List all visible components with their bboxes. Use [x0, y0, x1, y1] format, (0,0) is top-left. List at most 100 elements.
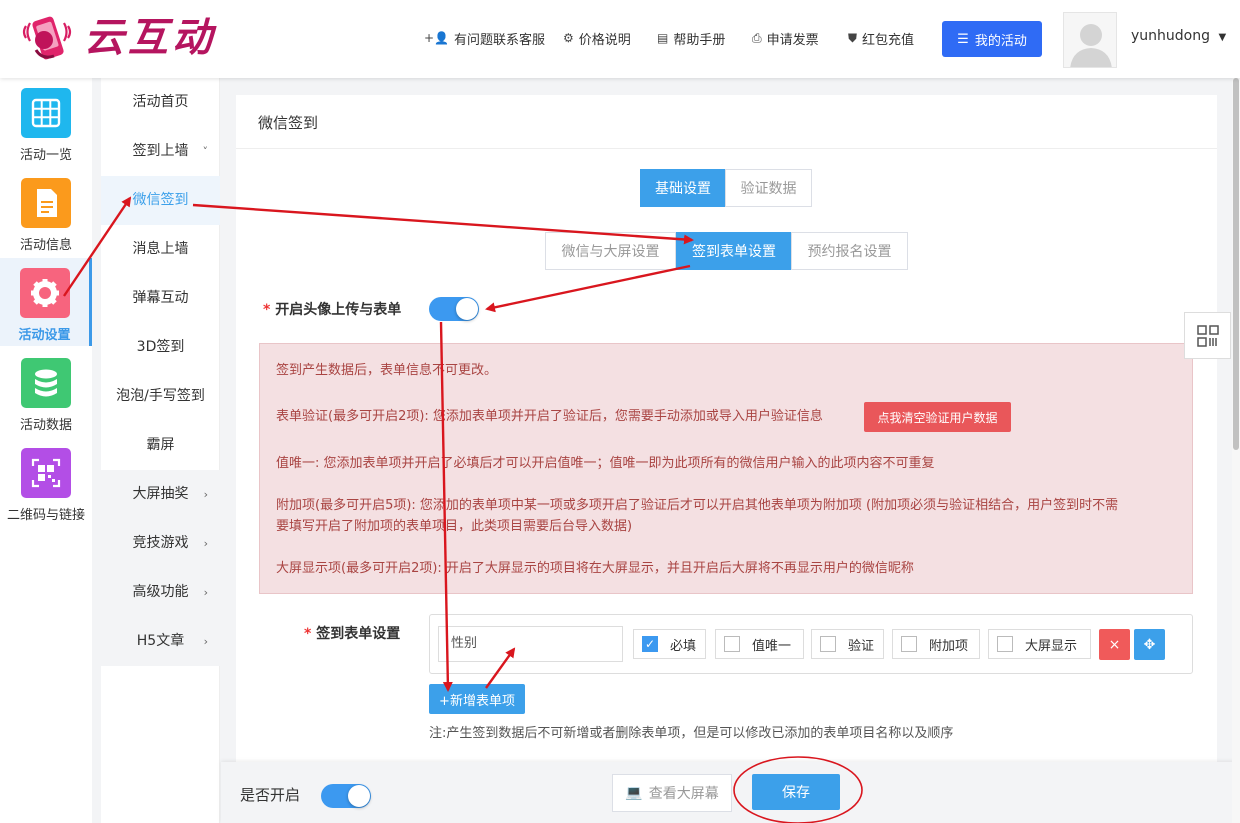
printer-icon: ⎙ [752, 30, 762, 45]
verify-label: 验证 [848, 638, 875, 654]
checkbox-empty-icon [901, 636, 917, 652]
save-button[interactable]: 保存 [752, 774, 840, 810]
notice-line-2: 表单验证(最多可开启2项): 您添加表单项并开启了验证后，您需要手动添加或导入用… [276, 409, 823, 424]
scrollbar-thumb[interactable] [1233, 78, 1239, 450]
user-silhouette-icon [1070, 24, 1112, 67]
chevron-right-icon: › [203, 586, 208, 599]
avatar-toggle-text: 开启头像上传与表单 [275, 302, 402, 318]
form-item-name-input[interactable]: 性别 [438, 626, 623, 662]
subtab-wechat-screen[interactable]: 微信与大屏设置 [545, 232, 676, 270]
submenu-item-bubble-signin[interactable]: 泡泡/手写签到 [101, 372, 220, 421]
rail-label-settings: 活动设置 [18, 328, 71, 343]
nav-support-link[interactable]: +👤 有问题联系客服 [424, 20, 545, 56]
enable-toggle[interactable] [321, 784, 371, 808]
move-item-handle[interactable]: ✥ [1134, 629, 1165, 660]
document-icon [21, 178, 71, 228]
chevron-down-icon: ˅ [202, 145, 209, 158]
view-big-screen-button[interactable]: 💻 查看大屏幕 [612, 774, 732, 812]
submenu-item-h5-article[interactable]: H5文章 › [101, 617, 220, 666]
notice-line-4a: 附加项(最多可开启5项): 您添加的表单项中某一项或多项开启了验证后才可以开启其… [276, 498, 1119, 513]
submenu-item-3d-signin[interactable]: 3D签到 [101, 323, 220, 372]
submenu-item-signin-wall[interactable]: 签到上墙 ˅ [101, 127, 220, 176]
submenu-item-wechat-signin[interactable]: 微信签到 [101, 176, 220, 225]
page-title: 微信签到 [258, 114, 319, 132]
qrcode-icon [1196, 324, 1219, 347]
checkmark-icon: ✓ [642, 636, 658, 652]
grid-icon [21, 88, 71, 138]
notice-line-5: 大屏显示项(最多可开启2项): 开启了大屏显示的项目将在大屏显示，并且开启后大屏… [276, 561, 914, 576]
rail-item-data[interactable]: 活动数据 [0, 348, 92, 436]
notice-box: 签到产生数据后，表单信息不可更改。 表单验证(最多可开启2项): 您添加表单项并… [259, 343, 1193, 594]
submenu-item-lottery[interactable]: 大屏抽奖 › [101, 470, 220, 519]
form-settings-text: 签到表单设置 [316, 626, 401, 642]
screen-display-checkbox[interactable]: 大屏显示 [988, 629, 1091, 659]
submenu-label: 签到上墙 [132, 143, 189, 159]
rail-item-qrcode[interactable]: 二维码与链接 [0, 438, 92, 526]
avatar[interactable] [1063, 12, 1117, 68]
add-user-icon: +👤 [424, 31, 449, 45]
rail-label-info: 活动信息 [19, 238, 72, 253]
screen-display-label: 大屏显示 [1025, 638, 1078, 654]
rail-label-data: 活动数据 [19, 418, 72, 433]
enable-label: 是否开启 [240, 786, 301, 804]
notice-line-1: 签到产生数据后，表单信息不可更改。 [276, 363, 498, 378]
user-menu[interactable]: yunhudong ▼ [1131, 28, 1226, 44]
nav-manual-link[interactable]: ▤ 帮助手册 [657, 20, 725, 56]
extra-checkbox[interactable]: 附加项 [892, 629, 980, 659]
nav-recharge-link[interactable]: ⛊ 红包充值 [848, 20, 914, 56]
rail-item-settings[interactable]: 活动设置 [0, 258, 92, 346]
add-form-item-button[interactable]: +新增表单项 [429, 684, 525, 714]
caret-down-icon: ▼ [1218, 32, 1227, 43]
rail-item-overview[interactable]: 活动一览 [0, 78, 92, 166]
footer-bar: 是否开启 💻 查看大屏幕 保存 [221, 762, 1240, 823]
tab-basic-settings[interactable]: 基础设置 [640, 169, 726, 207]
submenu-item-advanced[interactable]: 高级功能 › [101, 568, 220, 617]
notice-line-4b: 要填写开启了附加项的表单项目，此类项目需要后台导入数据) [276, 519, 633, 534]
nav-invoice-link[interactable]: ⎙ 申请发票 [752, 20, 819, 56]
top-bar: 云互动 +👤 有问题联系客服 ⚙ 价格说明 ▤ 帮助手册 ⎙ 申请发票 ⛊ 红包… [0, 0, 1240, 78]
checkbox-empty-icon [820, 636, 836, 652]
rail-label-overview: 活动一览 [19, 148, 72, 163]
brand-logo-icon [22, 16, 72, 60]
floating-qrcode-button[interactable] [1184, 312, 1231, 359]
required-checkbox[interactable]: ✓ 必填 [633, 629, 706, 659]
nav-invoice-label: 申请发票 [766, 32, 819, 48]
submenu-item-bapping[interactable]: 霸屏 [101, 421, 220, 470]
notice-line-3: 值唯一: 您添加表单项并开启了必填后才可以开启值唯一；值唯一即为此项所有的微信用… [276, 456, 935, 471]
extra-label: 附加项 [929, 638, 969, 654]
clear-verify-users-button[interactable]: 点我清空验证用户数据 [864, 402, 1011, 432]
list-icon: ☰ [957, 31, 969, 47]
nav-pricing-label: 价格说明 [578, 32, 631, 48]
submenu-item-games[interactable]: 竞技游戏 › [101, 519, 220, 568]
form-note: 注:产生签到数据后不可新增或者删除表单项，但是可以修改已添加的表单项目名称以及顺… [429, 726, 954, 741]
nav-recharge-label: 红包充值 [862, 32, 915, 48]
required-label: 必填 [670, 638, 697, 654]
subtab-signin-form[interactable]: 签到表单设置 [676, 232, 792, 270]
unique-label: 值唯一 [752, 638, 792, 654]
gear-icon [19, 268, 70, 318]
submenu-label: 弹幕互动 [132, 290, 189, 306]
my-activities-button[interactable]: ☰ 我的活动 [942, 21, 1042, 57]
brand-name: 云互动 [84, 15, 216, 61]
nav-pricing-link[interactable]: ⚙ 价格说明 [563, 20, 631, 56]
submenu-label: 消息上墙 [132, 241, 189, 257]
avatar-form-toggle[interactable] [429, 297, 479, 321]
delete-item-button[interactable]: × [1099, 629, 1130, 660]
view-big-screen-label: 查看大屏幕 [648, 786, 719, 802]
verify-checkbox[interactable]: 验证 [811, 629, 884, 659]
checkbox-empty-icon [997, 636, 1013, 652]
shield-icon: ⛊ [848, 30, 858, 45]
submenu-item-home[interactable]: 活动首页 [101, 78, 220, 127]
tab-verify-data[interactable]: 验证数据 [725, 169, 812, 207]
chevron-right-icon: › [203, 635, 208, 648]
rail-item-info[interactable]: 活动信息 [0, 168, 92, 256]
submenu-item-danmaku[interactable]: 弹幕互动 [101, 274, 220, 323]
my-activities-label: 我的活动 [974, 33, 1027, 49]
unique-checkbox[interactable]: 值唯一 [715, 629, 804, 659]
submenu-item-message-wall[interactable]: 消息上墙 [101, 225, 220, 274]
chevron-right-icon: › [203, 537, 208, 550]
icon-rail: 活动一览 活动信息 活动设置 活动数据 二维码与链接 [0, 78, 92, 823]
nav-support-label: 有问题联系客服 [454, 32, 546, 48]
subtab-booking[interactable]: 预约报名设置 [791, 232, 908, 270]
submenu-label: 竞技游戏 [132, 535, 189, 551]
